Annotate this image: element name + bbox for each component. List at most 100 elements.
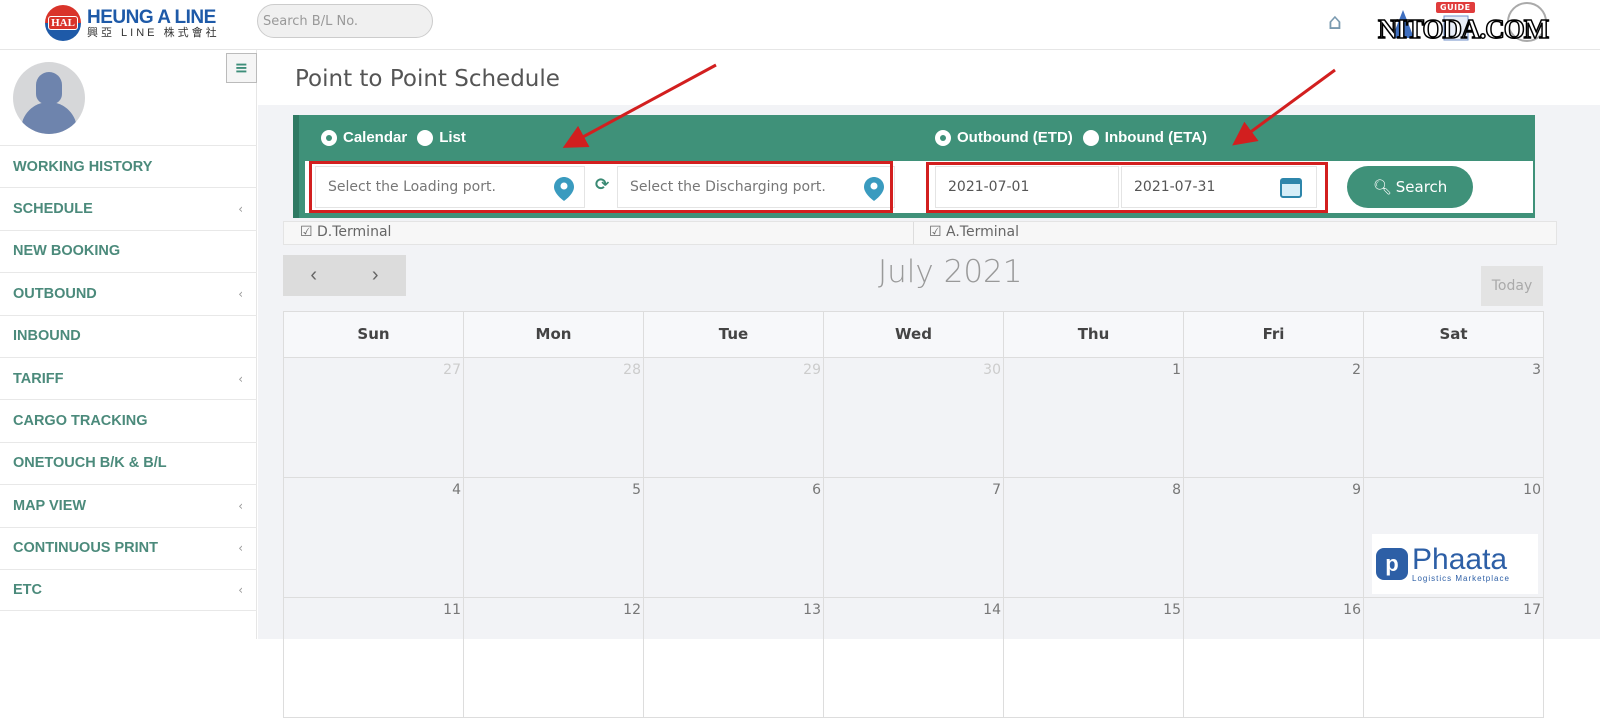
day-number: 27 [443,362,461,378]
sidebar-item-tariff[interactable]: TARIFF ‹ [0,356,257,399]
day-number: 4 [452,482,461,498]
sidebar-item-schedule[interactable]: SCHEDULE ‹ [0,187,257,229]
day-number: 10 [1523,482,1541,498]
avatar [13,62,85,134]
day-number: 1 [1172,362,1181,378]
calendar-day-cell[interactable]: 27 [284,358,464,477]
calendar-day-cell[interactable]: 9 [1184,478,1364,597]
calendar-day-cell[interactable]: 1 [1004,358,1184,477]
radio-calendar[interactable]: Calendar [321,129,407,146]
calendar-day-cell[interactable]: 14 [824,598,1004,717]
sidebar-item-label: INBOUND [13,328,81,345]
day-number: 12 [623,602,641,618]
calendar-week-row: 27 28 29 30 1 2 3 [283,358,1544,478]
phaata-ad[interactable]: p Phaata Logistics Marketplace [1372,534,1538,594]
sidebar-item-label: NEW BOOKING [13,243,121,260]
sidebar-item-map-view[interactable]: MAP VIEW ‹ [0,484,257,526]
calendar-week-row: 4 5 6 7 8 9 10 [283,478,1544,598]
sidebar-item-label: ONETOUCH B/K & B/L [13,455,167,472]
sidebar-item-label: CONTINUOUS PRINT [13,540,158,557]
calendar-day-cell[interactable]: 3 [1364,358,1544,477]
prev-month-button[interactable]: ‹ [283,255,345,296]
sidebar-item-continuous-print[interactable]: CONTINUOUS PRINT ‹ [0,526,257,569]
page-title: Point to Point Schedule [295,66,560,92]
day-number: 17 [1523,602,1541,618]
radio-inbound[interactable]: Inbound (ETA) [1082,129,1207,146]
calendar-day-cell[interactable]: 8 [1004,478,1184,597]
radio-list[interactable]: List [417,129,466,146]
today-button[interactable]: Today [1481,266,1543,306]
day-number: 9 [1352,482,1361,498]
logo-sub-text: 興亞 LINE 株式會社 [87,26,220,39]
terminal-options: ☑ D.Terminal ☑ A.Terminal [283,221,1557,245]
calendar-day-cell[interactable]: 28 [464,358,644,477]
calendar-day-cell[interactable]: 13 [644,598,824,717]
day-number: 13 [803,602,821,618]
search-button[interactable]: 🔍︎ Search [1347,166,1473,208]
calendar-day-cell[interactable]: 29 [644,358,824,477]
calendar-day-cell[interactable]: 15 [1004,598,1184,717]
annotation-highlight-ports [309,161,893,213]
sidebar-item-label: MAP VIEW [13,497,87,514]
calendar-day-cell[interactable]: 7 [824,478,1004,597]
weekday-header: Fri [1184,312,1364,357]
next-month-button[interactable]: › [345,255,407,296]
calendar-day-cell[interactable]: 11 [284,598,464,717]
sidebar-item-new-booking[interactable]: NEW BOOKING [0,229,257,272]
calendar-day-cell[interactable]: 5 [464,478,644,597]
calendar-day-cell[interactable]: 30 [824,358,1004,477]
weekday-header: Thu [1004,312,1184,357]
a-terminal-checkbox[interactable]: ☑ A.Terminal [929,224,1019,240]
radio-selected-icon [935,129,951,146]
direction-radio-group: Outbound (ETD) Inbound (ETA) [935,129,1207,146]
radio-outbound[interactable]: Outbound (ETD) [935,129,1073,146]
chevron-left-icon: ‹ [238,498,243,513]
guide-badge[interactable]: GUIDE [1436,2,1475,13]
sidebar-item-outbound[interactable]: OUTBOUND ‹ [0,272,257,314]
day-number: 29 [803,362,821,378]
search-panel: Calendar List Outbound (ETD) Inbound (ET… [293,115,1535,218]
weekday-header: Tue [644,312,824,357]
calendar-day-cell[interactable]: 17 [1364,598,1544,717]
day-number: 28 [623,362,641,378]
bl-search-input[interactable] [257,4,433,38]
radio-unselected-icon [1082,129,1099,146]
sidebar-item-label: SCHEDULE [13,201,93,218]
calendar-weekday-header: Sun Mon Tue Wed Thu Fri Sat [283,311,1544,358]
calendar-nav-buttons: ‹ › [283,255,406,296]
sidebar-item-onetouch-b-k-b-l[interactable]: ONETOUCH B/K & B/L [0,441,257,484]
heung-a-line-logo[interactable]: HAL HEUNG A LINE 興亞 LINE 株式會社 [45,5,220,41]
sidebar-item-inbound[interactable]: INBOUND [0,314,257,357]
calendar-day-cell[interactable]: 16 [1184,598,1364,717]
calendar-day-cell[interactable]: 6 [644,478,824,597]
sidebar-item-label: WORKING HISTORY [13,158,153,175]
annotation-highlight-dates [926,162,1328,213]
sidebar-nav: WORKING HISTORY SCHEDULE ‹ NEW BOOKING OUTBO… [0,145,257,612]
sidebar-item-label: ETC [13,582,42,599]
calendar-day-cell[interactable]: 2 [1184,358,1364,477]
radio-unselected-icon [417,129,434,146]
day-number: 16 [1343,602,1361,618]
weekday-header: Sun [284,312,464,357]
home-icon[interactable]: ⌂ [1328,10,1342,35]
chevron-left-icon: ‹ [238,541,243,556]
calendar-day-cell[interactable]: 4 [284,478,464,597]
day-number: 6 [812,482,821,498]
day-number: 3 [1532,362,1541,378]
sidebar-item-etc[interactable]: ETC ‹ [0,568,257,612]
menu-toggle-button[interactable]: ≡ [226,53,257,83]
sidebar-item-cargo-tracking[interactable]: CARGO TRACKING [0,399,257,441]
sidebar-item-working-history[interactable]: WORKING HISTORY [0,145,257,187]
d-terminal-checkbox[interactable]: ☑ D.Terminal [300,224,391,240]
phaata-logo-icon: p [1376,548,1408,580]
search-icon: 🔍︎ [1372,178,1392,196]
phaata-tagline: Logistics Marketplace [1412,574,1510,583]
weekday-header: Wed [824,312,1004,357]
calendar-day-cell[interactable]: 12 [464,598,644,717]
calendar-week-row: 11 12 13 14 15 16 17 [283,598,1544,718]
sidebar-item-label: TARIFF [13,370,64,387]
watermark-text: NITODA.COM [1377,13,1550,45]
sidebar: ≡ WORKING HISTORY SCHEDULE ‹ NEW BOOKING OUT… [0,50,257,639]
chevron-left-icon: ‹ [238,583,243,598]
calendar-grid: Sun Mon Tue Wed Thu Fri Sat 27 28 29 30 1 2 3 4 5 6 7 8 9 1… [283,311,1544,718]
